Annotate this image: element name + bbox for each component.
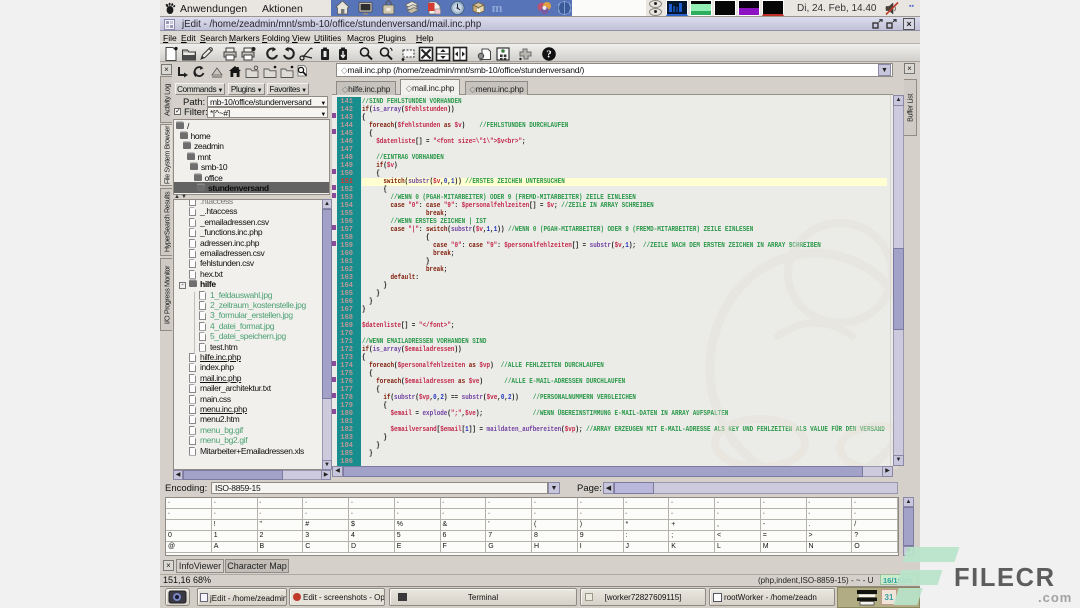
svg-text:?: ? <box>546 49 552 61</box>
